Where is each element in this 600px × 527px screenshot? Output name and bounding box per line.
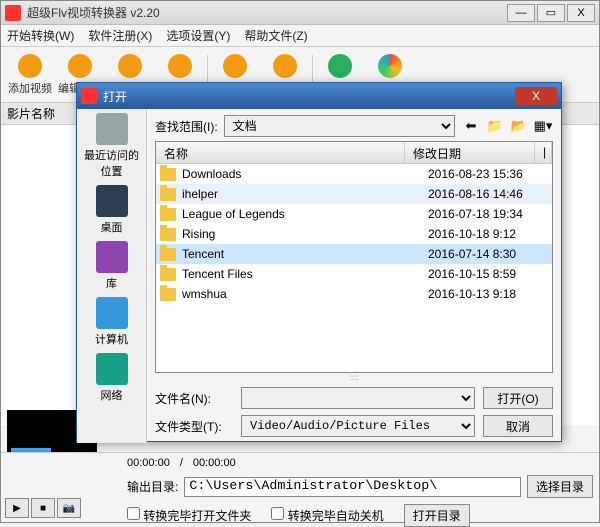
select-dir-button[interactable]: 选择目录: [527, 475, 593, 498]
titlebar: 超级Flv视顷转换器 v2.20 — ▭ X: [1, 1, 599, 25]
menu-start[interactable]: 开始转换(W): [7, 27, 74, 44]
column-name: 影片名称: [7, 105, 55, 122]
folder-icon: [160, 208, 176, 221]
stop-button[interactable]: ■: [31, 498, 55, 518]
resize-grip[interactable]: ::::: [155, 373, 553, 381]
time-current: 00:00:00: [127, 457, 170, 469]
col-name[interactable]: 名称: [156, 142, 405, 163]
file-date: 2016-10-18 9:12: [428, 227, 548, 241]
recent-icon: [96, 113, 128, 145]
file-date: 2016-07-14 8:30: [428, 247, 548, 261]
file-date: 2016-10-13 9:18: [428, 287, 548, 301]
remove-icon: [118, 54, 142, 78]
up-icon[interactable]: 📁: [485, 116, 505, 136]
file-name: Rising: [182, 227, 428, 241]
folder-icon: [160, 248, 176, 261]
close-button[interactable]: X: [567, 4, 595, 22]
col-date[interactable]: 修改日期: [405, 142, 535, 163]
locations-panel: 最近访问的位置 桌面 库 计算机 网络: [77, 109, 147, 443]
play-button[interactable]: ▶: [5, 498, 29, 518]
menu-help[interactable]: 帮助文件(Z): [244, 27, 307, 44]
desktop-icon: [96, 185, 128, 217]
lookup-label: 查找范围(I):: [155, 118, 218, 135]
file-row[interactable]: Downloads2016-08-23 15:36: [156, 164, 552, 184]
file-row[interactable]: Tencent2016-07-14 8:30: [156, 244, 552, 264]
view-icon[interactable]: ▦▾: [533, 116, 553, 136]
add-video-button[interactable]: 添加视频: [5, 50, 55, 100]
output-label: 输出目录:: [127, 478, 178, 495]
check-openfile[interactable]: 转换完毕打开文件夹: [127, 507, 251, 524]
dialog-titlebar: 打开 X: [77, 83, 561, 109]
filename-combo[interactable]: [241, 387, 475, 409]
file-row[interactable]: League of Legends2016-07-18 19:34: [156, 204, 552, 224]
back-icon[interactable]: ⬅: [461, 116, 481, 136]
network-icon: [96, 353, 128, 385]
library-icon: [96, 241, 128, 273]
snapshot-button[interactable]: 📷: [57, 498, 81, 518]
file-row[interactable]: Rising2016-10-18 9:12: [156, 224, 552, 244]
edit-icon: [68, 54, 92, 78]
check-shutdown[interactable]: 转换完毕自动关机: [271, 507, 383, 524]
open-dir-button[interactable]: 打开目录: [404, 504, 470, 527]
file-row[interactable]: Tencent Files2016-10-15 8:59: [156, 264, 552, 284]
help-icon: [328, 54, 352, 78]
globe-icon: [378, 54, 402, 78]
menubar: 开始转换(W) 软件注册(X) 选项设置(Y) 帮助文件(Z): [1, 25, 599, 47]
output-path-input[interactable]: [184, 477, 521, 497]
filetype-combo[interactable]: Video/Audio/Picture Files: [241, 415, 475, 437]
dialog-title: 打开: [103, 88, 515, 105]
dialog-close-button[interactable]: X: [515, 87, 557, 105]
file-date: 2016-07-18 19:34: [428, 207, 548, 221]
file-name: Tencent: [182, 247, 428, 261]
maximize-button[interactable]: ▭: [537, 4, 565, 22]
app-icon: [5, 5, 21, 21]
file-date: 2016-08-23 15:36: [428, 167, 548, 181]
menu-options[interactable]: 选项设置(Y): [166, 27, 230, 44]
open-file-dialog: 打开 X 最近访问的位置 桌面 库 计算机 网络 查找范围(I): 文档 ⬅ 📁…: [76, 82, 562, 442]
file-date: 2016-08-16 14:46: [428, 187, 548, 201]
folder-icon: [160, 228, 176, 241]
stop-icon: [273, 54, 297, 78]
start-icon: [223, 54, 247, 78]
file-list: 名称 修改日期 | Downloads2016-08-23 15:36ihelp…: [155, 141, 553, 373]
folder-icon: [160, 188, 176, 201]
location-computer[interactable]: 计算机: [95, 297, 128, 347]
computer-icon: [96, 297, 128, 329]
location-recent[interactable]: 最近访问的位置: [79, 113, 144, 179]
menu-register[interactable]: 软件注册(X): [88, 27, 152, 44]
bottom-bar: ▶ ■ 📷 00:00:00 / 00:00:00 输出目录: 选择目录 转换完…: [1, 452, 599, 522]
time-total: 00:00:00: [193, 457, 236, 469]
file-row[interactable]: ihelper2016-08-16 14:46: [156, 184, 552, 204]
file-name: League of Legends: [182, 207, 428, 221]
folder-icon: [160, 168, 176, 181]
add-icon: [18, 54, 42, 78]
folder-icon: [160, 268, 176, 281]
clear-icon: [168, 54, 192, 78]
window-title: 超级Flv视顷转换器 v2.20: [27, 4, 507, 21]
dialog-icon: [81, 88, 97, 104]
file-name: Tencent Files: [182, 267, 428, 281]
filetype-label: 文件类型(T):: [155, 418, 233, 435]
location-desktop[interactable]: 桌面: [96, 185, 128, 235]
col-handle[interactable]: |: [535, 142, 552, 163]
location-library[interactable]: 库: [96, 241, 128, 291]
file-name: ihelper: [182, 187, 428, 201]
file-name: Downloads: [182, 167, 428, 181]
open-button[interactable]: 打开(O): [483, 387, 553, 409]
folder-icon: [160, 288, 176, 301]
file-date: 2016-10-15 8:59: [428, 267, 548, 281]
filename-label: 文件名(N):: [155, 390, 233, 407]
minimize-button[interactable]: —: [507, 4, 535, 22]
cancel-button[interactable]: 取消: [483, 415, 553, 437]
file-name: wmshua: [182, 287, 428, 301]
lookup-combo[interactable]: 文档: [224, 115, 455, 137]
file-row[interactable]: wmshua2016-10-13 9:18: [156, 284, 552, 304]
new-folder-icon[interactable]: 📂: [509, 116, 529, 136]
file-list-header: 名称 修改日期 |: [156, 142, 552, 164]
location-network[interactable]: 网络: [96, 353, 128, 403]
